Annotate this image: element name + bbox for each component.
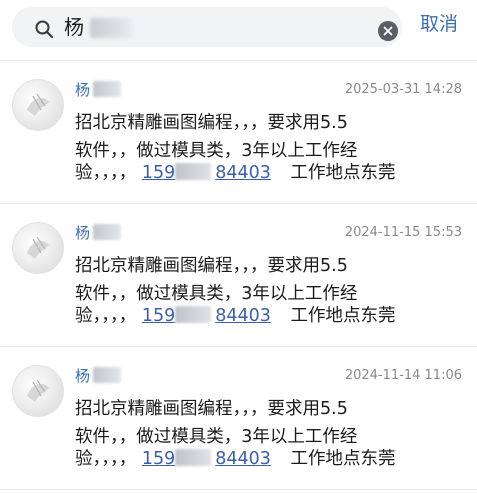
redacted-phone-blur <box>175 449 212 466</box>
search-input[interactable]: 杨 <box>12 7 402 47</box>
cancel-button[interactable]: 取消 <box>420 12 458 36</box>
avatar <box>12 222 64 274</box>
divider <box>0 489 477 490</box>
location-text: 工作地点东莞 <box>290 163 396 183</box>
message-line-3-prefix: 验，，，， <box>75 306 137 326</box>
timestamp: 2024-11-14 11:06 <box>344 368 462 383</box>
message-line-2: 软件，，做过模具类，3年以上工作经 <box>75 141 358 161</box>
redacted-query-blur <box>90 18 134 38</box>
message-line-2: 软件，，做过模具类，3年以上工作经 <box>75 427 358 447</box>
phone-start: 159 <box>141 163 176 183</box>
message-line-3-prefix: 验，，，， <box>75 163 137 183</box>
redacted-phone-blur <box>175 306 212 323</box>
location-text: 工作地点东莞 <box>290 306 396 326</box>
list-item[interactable]: 杨 2025-03-31 14:28 招北京精雕画图编程，，，要求用5.5 软件… <box>0 61 477 203</box>
phone-start: 159 <box>141 306 176 326</box>
avatar <box>12 79 64 131</box>
phone-number-link[interactable]: 159 84403 <box>142 163 271 183</box>
search-query-text: 杨 <box>64 15 84 39</box>
phone-number-link[interactable]: 159 84403 <box>142 306 271 326</box>
redacted-phone-blur <box>175 163 212 180</box>
message-line-3-prefix: 验，，，， <box>75 449 137 469</box>
timestamp: 2024-11-15 15:53 <box>344 225 462 240</box>
list-item[interactable]: 杨 2024-11-15 15:53 招北京精雕画图编程，，，要求用5.5 软件… <box>0 204 477 346</box>
avatar <box>12 365 64 417</box>
clear-icon[interactable] <box>378 21 398 41</box>
phone-number-link[interactable]: 159 84403 <box>142 449 271 469</box>
message-line-3: 验，，，， 159 84403 工作地点东莞 <box>75 305 395 327</box>
sender-name: 杨 <box>75 81 91 99</box>
message-line-3: 验，，，， 159 84403 工作地点东莞 <box>75 448 395 470</box>
sender-name: 杨 <box>75 367 91 385</box>
redacted-name-blur <box>93 367 121 383</box>
search-results-page: 杨 取消 杨 2025-03-31 14:28 招北京精雕画图编程，，，要求用5… <box>0 0 477 493</box>
list-item[interactable]: 杨 2024-11-14 11:06 招北京精雕画图编程，，，要求用5.5 软件… <box>0 347 477 489</box>
phone-end: 84403 <box>215 163 271 183</box>
message-line-2: 软件，，做过模具类，3年以上工作经 <box>75 284 358 304</box>
search-icon <box>34 19 54 39</box>
message-line-1: 招北京精雕画图编程，，，要求用5.5 <box>75 256 348 276</box>
redacted-name-blur <box>93 81 121 97</box>
message-line-1: 招北京精雕画图编程，，，要求用5.5 <box>75 113 348 133</box>
location-text: 工作地点东莞 <box>290 449 396 469</box>
timestamp: 2025-03-31 14:28 <box>344 82 462 97</box>
message-line-3: 验，，，， 159 84403 工作地点东莞 <box>75 162 395 184</box>
search-header: 杨 取消 <box>0 0 477 56</box>
message-line-1: 招北京精雕画图编程，，，要求用5.5 <box>75 399 348 419</box>
phone-end: 84403 <box>215 306 271 326</box>
redacted-name-blur <box>93 224 121 240</box>
phone-end: 84403 <box>215 449 271 469</box>
phone-start: 159 <box>141 449 176 469</box>
sender-name: 杨 <box>75 224 91 242</box>
